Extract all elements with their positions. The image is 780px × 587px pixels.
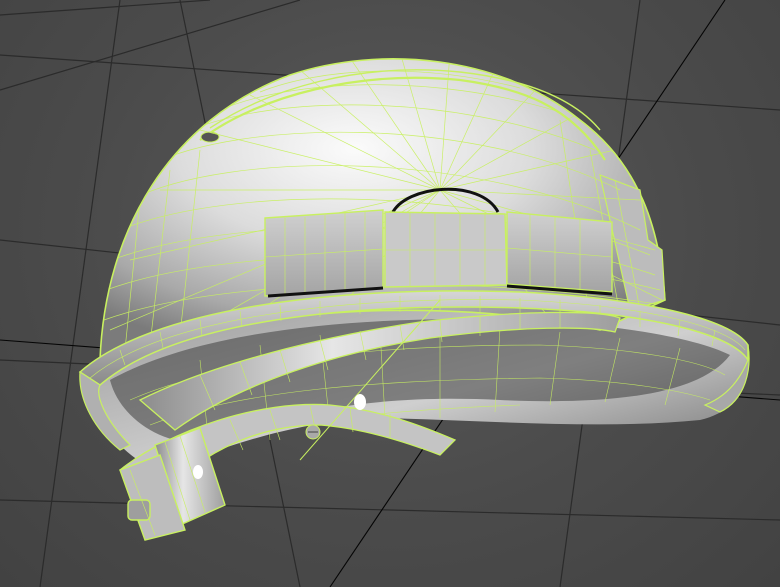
headband-front	[264, 209, 613, 298]
viewport-canvas[interactable]	[0, 0, 780, 587]
specular-highlight	[354, 394, 366, 410]
3d-viewport[interactable]	[0, 0, 780, 587]
